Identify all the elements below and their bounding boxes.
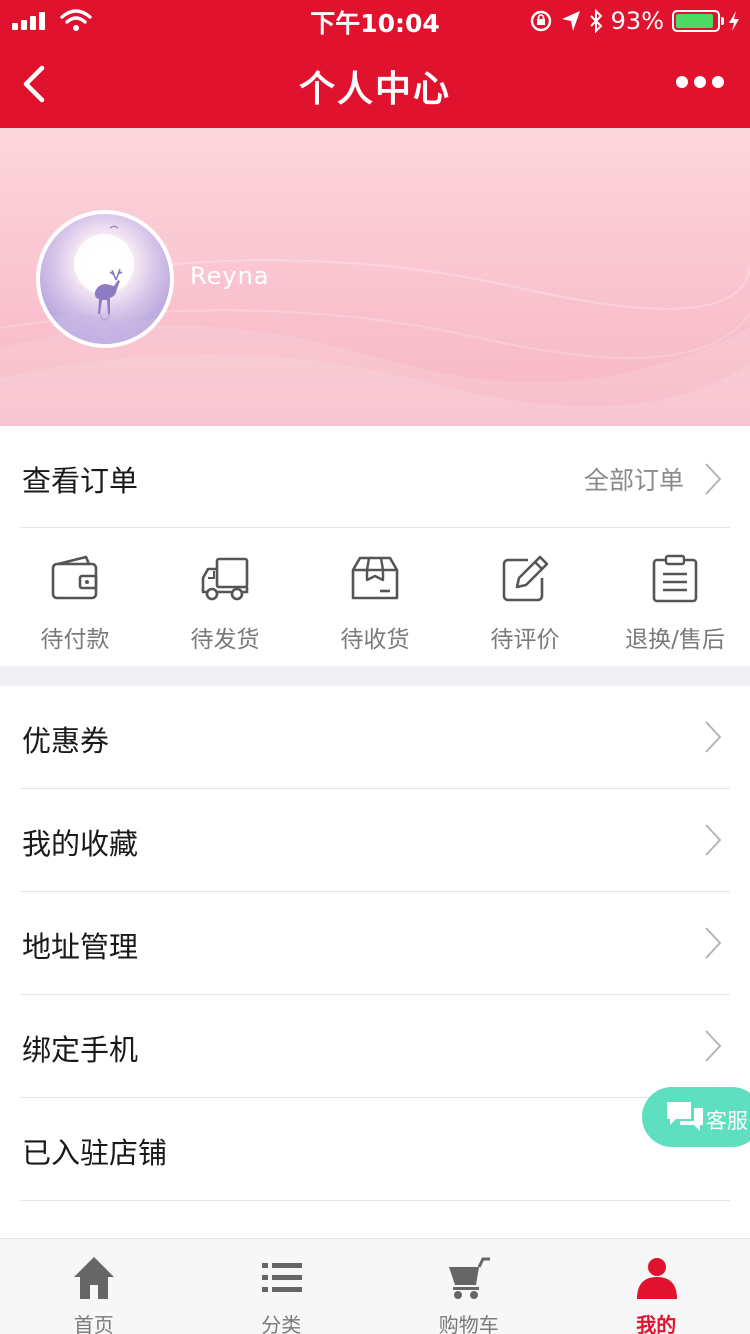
clipboard-list-icon — [652, 554, 698, 603]
edit-review-icon — [502, 555, 549, 602]
chevron-right-icon — [705, 721, 722, 753]
customer-service-label: 客服 — [706, 1109, 748, 1133]
chevron-right-icon — [705, 927, 722, 959]
order-status-bar: 待付款 待发货 待收货 待评价 退换/售后 — [0, 528, 750, 666]
home-icon — [74, 1257, 114, 1299]
battery-icon — [672, 10, 724, 32]
menu-item-coupons[interactable]: 优惠券 — [0, 686, 750, 789]
menu-item-favorites[interactable]: 我的收藏 — [0, 789, 750, 892]
order-status-label: 待发货 — [190, 627, 260, 653]
profile-page: 下午10:04 93% 个人中心 Reyna 查看订单 全部订单 待付款 待发货… — [0, 0, 750, 1334]
status-right: 93% — [529, 7, 740, 35]
settings-menu: 优惠券 我的收藏 地址管理 绑定手机 已入驻店铺 — [0, 686, 750, 1201]
top-bar: 下午10:04 93% 个人中心 — [0, 0, 750, 128]
avatar[interactable] — [36, 210, 174, 348]
tab-mine[interactable]: 我的 — [563, 1239, 750, 1334]
menu-item-label: 已入驻店铺 — [22, 1136, 168, 1170]
avatar-deer-illustration — [40, 225, 170, 344]
chevron-right-icon — [705, 1030, 722, 1062]
tab-label: 购物车 — [438, 1313, 499, 1334]
order-status-after-sales[interactable]: 退换/售后 — [600, 528, 750, 666]
chevron-right-icon — [705, 824, 722, 856]
order-status-label: 待收货 — [340, 627, 410, 653]
rotation-lock-icon — [530, 10, 551, 32]
truck-icon — [201, 557, 249, 601]
menu-item-address[interactable]: 地址管理 — [0, 892, 750, 995]
order-status-pending-review[interactable]: 待评价 — [450, 528, 600, 666]
chat-bubbles-icon — [667, 1102, 703, 1131]
menu-item-label: 我的收藏 — [22, 827, 139, 861]
cart-icon — [449, 1257, 490, 1299]
profile-banner: Reyna — [0, 128, 750, 426]
package-box-icon — [351, 556, 399, 600]
order-status-pending-receipt[interactable]: 待收货 — [300, 528, 450, 666]
section-gap — [0, 666, 750, 686]
view-orders-title: 查看订单 — [22, 464, 139, 498]
menu-item-bind-phone[interactable]: 绑定手机 — [0, 995, 750, 1098]
view-orders-row[interactable]: 查看订单 全部订单 — [0, 426, 750, 528]
charging-bolt-icon — [729, 11, 739, 31]
tab-cart[interactable]: 购物车 — [375, 1239, 563, 1334]
user-icon — [636, 1258, 677, 1299]
customer-service-button[interactable]: 客服 — [642, 1087, 750, 1147]
order-status-label: 退换/售后 — [625, 627, 725, 653]
all-orders-link[interactable]: 全部订单 — [584, 461, 684, 497]
order-status-label: 待付款 — [40, 627, 110, 653]
status-bar: 下午10:04 93% — [0, 0, 750, 40]
order-status-pending-payment[interactable]: 待付款 — [0, 528, 150, 666]
tab-label: 我的 — [636, 1313, 677, 1334]
username: Reyna — [190, 262, 270, 290]
more-dots-icon[interactable] — [676, 76, 724, 88]
bluetooth-icon — [589, 9, 603, 33]
tab-label: 首页 — [73, 1313, 114, 1334]
tab-home[interactable]: 首页 — [0, 1239, 188, 1334]
battery-percent: 93% — [610, 7, 664, 35]
order-status-pending-shipment[interactable]: 待发货 — [150, 528, 300, 666]
tab-bar: 首页 分类 购物车 我的 — [0, 1238, 750, 1334]
menu-item-label: 优惠券 — [22, 724, 110, 758]
list-icon — [261, 1263, 302, 1292]
wallet-icon — [51, 555, 98, 600]
menu-item-label: 地址管理 — [22, 930, 139, 964]
chevron-right-icon — [705, 463, 722, 495]
menu-item-label: 绑定手机 — [22, 1033, 139, 1067]
page-title: 个人中心 — [298, 69, 451, 110]
menu-item-stores[interactable]: 已入驻店铺 — [0, 1098, 750, 1201]
location-arrow-icon — [561, 11, 580, 31]
tab-category[interactable]: 分类 — [188, 1239, 376, 1334]
order-status-label: 待评价 — [490, 627, 560, 653]
divider — [20, 1200, 730, 1201]
tab-label: 分类 — [261, 1313, 302, 1334]
